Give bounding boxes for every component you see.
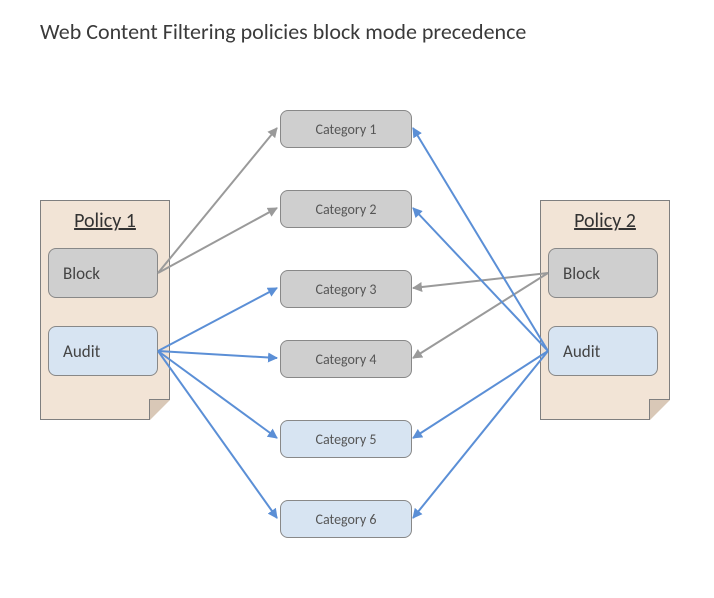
category-6: Category 6 <box>280 500 412 538</box>
policy-1-block-mode: Block <box>48 248 158 298</box>
policy-2-box: Policy 2 <box>540 200 670 420</box>
category-1: Category 1 <box>280 110 412 148</box>
category-4: Category 4 <box>280 340 412 378</box>
policy-1-audit-mode: Audit <box>48 326 158 376</box>
category-5: Category 5 <box>280 420 412 458</box>
policy-2-audit-mode: Audit <box>548 326 658 376</box>
policy-1-box: Policy 1 <box>40 200 170 420</box>
policy-2-title: Policy 2 <box>541 201 669 243</box>
category-2: Category 2 <box>280 190 412 228</box>
category-3: Category 3 <box>280 270 412 308</box>
diagram-title: Web Content Filtering policies block mod… <box>40 18 526 45</box>
policy-2-block-mode: Block <box>548 248 658 298</box>
policy-1-title: Policy 1 <box>41 201 169 243</box>
